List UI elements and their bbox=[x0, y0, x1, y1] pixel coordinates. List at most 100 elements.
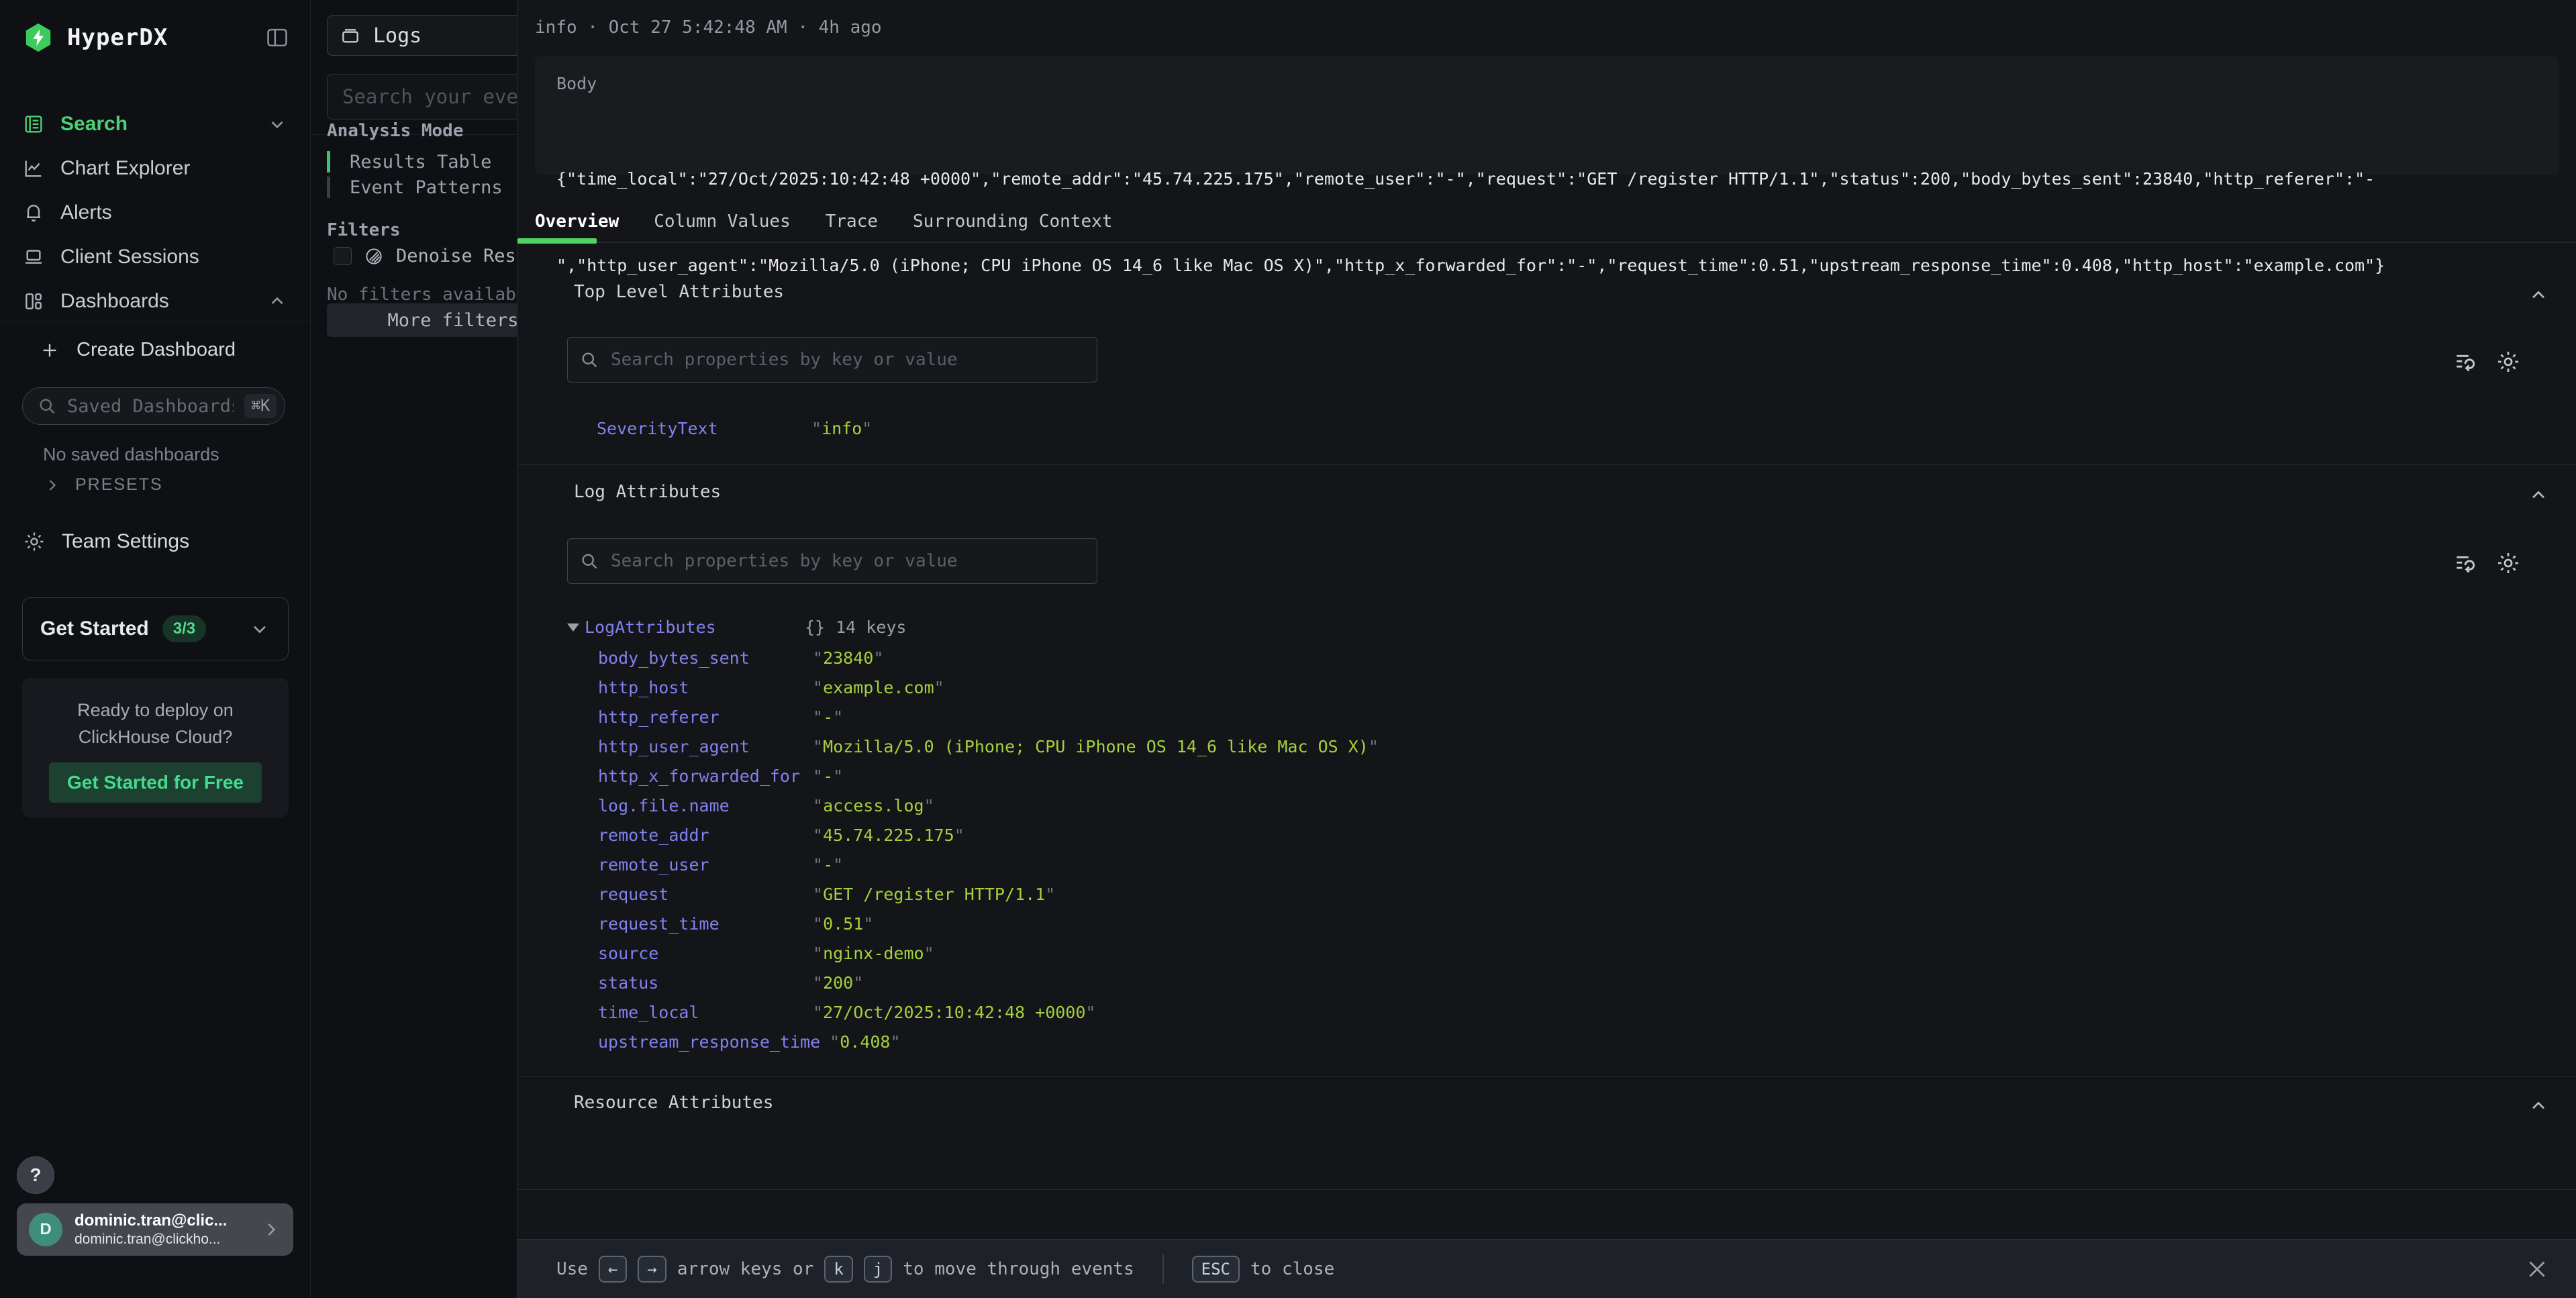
attribute-row: sourcenginx-demo bbox=[598, 938, 2536, 968]
mode-results-table[interactable]: Results Table bbox=[327, 149, 503, 174]
attr-key[interactable]: upstream_response_time bbox=[598, 1032, 830, 1052]
attr-key[interactable]: log.file.name bbox=[598, 796, 813, 815]
sidebar-item-label: Alerts bbox=[60, 201, 112, 224]
attr-key[interactable]: SeverityText bbox=[597, 419, 811, 438]
attr-value[interactable]: example.com bbox=[813, 678, 944, 697]
denoise-checkbox[interactable] bbox=[334, 247, 352, 265]
user-name: dominic.tran@clic... bbox=[75, 1211, 227, 1230]
sidebar-item-dashboards[interactable]: Dashboards bbox=[0, 279, 310, 323]
attr-key[interactable]: source bbox=[598, 944, 813, 963]
attr-value[interactable]: info bbox=[811, 419, 872, 438]
attr-key[interactable]: request bbox=[598, 885, 813, 904]
wrap-lines-icon[interactable] bbox=[2453, 550, 2478, 576]
section-divider bbox=[517, 1189, 2576, 1190]
attr-value[interactable]: 23840 bbox=[813, 648, 883, 668]
laptop-icon bbox=[23, 246, 44, 268]
tab-surrounding-context[interactable]: Surrounding Context bbox=[895, 201, 1130, 242]
denoise-results-toggle[interactable]: Denoise Results bbox=[334, 246, 517, 266]
collapse-section-icon[interactable] bbox=[2528, 285, 2549, 306]
attr-value[interactable]: nginx-demo bbox=[813, 944, 934, 963]
event-search-input[interactable] bbox=[342, 85, 517, 108]
attr-key[interactable]: request_time bbox=[598, 914, 813, 934]
attr-value[interactable]: 0.408 bbox=[830, 1032, 900, 1052]
tab-trace[interactable]: Trace bbox=[808, 201, 895, 242]
sidebar-collapse-icon[interactable] bbox=[264, 25, 290, 50]
attr-value[interactable]: 27/Oct/2025:10:42:48 +0000 bbox=[813, 1003, 1095, 1022]
attribute-row: http_referer- bbox=[598, 702, 2536, 732]
collapse-section-icon[interactable] bbox=[2528, 485, 2549, 506]
attr-value[interactable]: - bbox=[813, 766, 843, 786]
property-search-input[interactable] bbox=[611, 350, 1085, 370]
search-results-icon bbox=[23, 113, 44, 135]
attr-key[interactable]: http_referer bbox=[598, 707, 813, 727]
user-menu[interactable]: D dominic.tran@clic... dominic.tran@clic… bbox=[17, 1203, 293, 1256]
settings-gear-icon[interactable] bbox=[2495, 349, 2521, 375]
sidebar-item-label: Chart Explorer bbox=[60, 157, 190, 180]
attr-key[interactable]: http_host bbox=[598, 678, 813, 697]
drawer-footer: Use ← → arrow keys or k j to move throug… bbox=[517, 1239, 2576, 1298]
attr-value[interactable]: 45.74.225.175 bbox=[813, 826, 964, 845]
presets-toggle[interactable]: PRESETS bbox=[44, 475, 163, 495]
attr-value[interactable]: 0.51 bbox=[813, 914, 873, 934]
attribute-row: log.file.nameaccess.log bbox=[598, 791, 2536, 820]
saved-dashboards-search[interactable]: Saved Dashboards ⌘K bbox=[22, 387, 285, 425]
get-started-accordion[interactable]: Get Started 3/3 bbox=[22, 597, 289, 660]
sidebar-item-alerts[interactable]: Alerts bbox=[0, 191, 310, 235]
tab-label: Surrounding Context bbox=[913, 211, 1112, 232]
dashboards-grid-icon bbox=[23, 291, 44, 312]
chevron-down-icon bbox=[249, 618, 270, 640]
sidebar-item-team-settings[interactable]: Team Settings bbox=[23, 530, 189, 553]
help-button[interactable]: ? bbox=[17, 1156, 54, 1194]
active-indicator bbox=[327, 151, 330, 172]
body-json-line2: ","http_user_agent":"Mozilla/5.0 (iPhone… bbox=[556, 251, 2537, 280]
attr-key[interactable]: time_local bbox=[598, 1003, 813, 1022]
property-search-input[interactable] bbox=[611, 551, 1085, 571]
analysis-mode-title: Analysis Mode bbox=[327, 121, 464, 141]
attribute-row: remote_addr45.74.225.175 bbox=[598, 820, 2536, 850]
attr-key[interactable]: http_x_forwarded_for bbox=[598, 766, 813, 786]
more-filters-button[interactable]: More filters bbox=[327, 303, 517, 337]
attr-root-key[interactable]: LogAttributes bbox=[585, 617, 805, 637]
sidebar-item-search[interactable]: Search bbox=[0, 102, 310, 146]
sidebar-item-client-sessions[interactable]: Client Sessions bbox=[0, 235, 310, 279]
settings-gear-icon[interactable] bbox=[2495, 550, 2521, 576]
footer-esc-text: to close bbox=[1250, 1259, 1334, 1279]
attr-key[interactable]: http_user_agent bbox=[598, 737, 813, 756]
attr-value[interactable]: 200 bbox=[813, 973, 863, 993]
wrap-lines-icon[interactable] bbox=[2453, 349, 2478, 375]
sidebar-item-chart-explorer[interactable]: Chart Explorer bbox=[0, 146, 310, 191]
attribute-row: upstream_response_time0.408 bbox=[598, 1027, 2536, 1056]
sidebar-item-label: Search bbox=[60, 113, 128, 136]
attr-value[interactable]: - bbox=[813, 855, 843, 875]
footer-arrows-text: arrow keys or bbox=[677, 1259, 814, 1279]
attr-value[interactable]: - bbox=[813, 707, 843, 727]
footer-use-text: Use bbox=[556, 1259, 588, 1279]
tab-label: Trace bbox=[826, 211, 878, 232]
collapse-section-icon[interactable] bbox=[2528, 1095, 2549, 1117]
attr-value[interactable]: GET /register HTTP/1.1 bbox=[813, 885, 1055, 904]
k-key: k bbox=[824, 1256, 852, 1283]
arrow-left-key: ← bbox=[599, 1256, 627, 1283]
source-select[interactable]: Logs bbox=[327, 15, 517, 56]
attr-key[interactable]: remote_user bbox=[598, 855, 813, 875]
tab-column-values[interactable]: Column Values bbox=[636, 201, 808, 242]
attr-key[interactable]: body_bytes_sent bbox=[598, 648, 813, 668]
tab-overview[interactable]: Overview bbox=[517, 201, 636, 242]
get-started-free-button[interactable]: Get Started for Free bbox=[49, 762, 262, 803]
mode-event-patterns[interactable]: Event Patterns bbox=[327, 174, 503, 200]
archive-box-icon bbox=[340, 25, 361, 46]
close-icon[interactable] bbox=[2525, 1257, 2549, 1281]
search-icon bbox=[580, 552, 599, 570]
attr-key[interactable]: status bbox=[598, 973, 813, 993]
section-divider bbox=[517, 464, 2576, 465]
attr-key[interactable]: remote_addr bbox=[598, 826, 813, 845]
attr-value[interactable]: access.log bbox=[813, 796, 934, 815]
create-dashboard-button[interactable]: Create Dashboard bbox=[40, 339, 236, 361]
no-saved-dashboards-text: No saved dashboards bbox=[43, 444, 219, 465]
footer-move-text: to move through events bbox=[903, 1259, 1134, 1279]
get-started-progress-badge: 3/3 bbox=[162, 615, 206, 642]
hyperdx-logo-icon bbox=[23, 22, 54, 53]
expander-icon[interactable] bbox=[567, 623, 579, 632]
drawer-tabs: Overview Column Values Trace Surrounding… bbox=[517, 201, 2576, 243]
attr-value[interactable]: Mozilla/5.0 (iPhone; CPU iPhone OS 14_6 … bbox=[813, 737, 1379, 756]
